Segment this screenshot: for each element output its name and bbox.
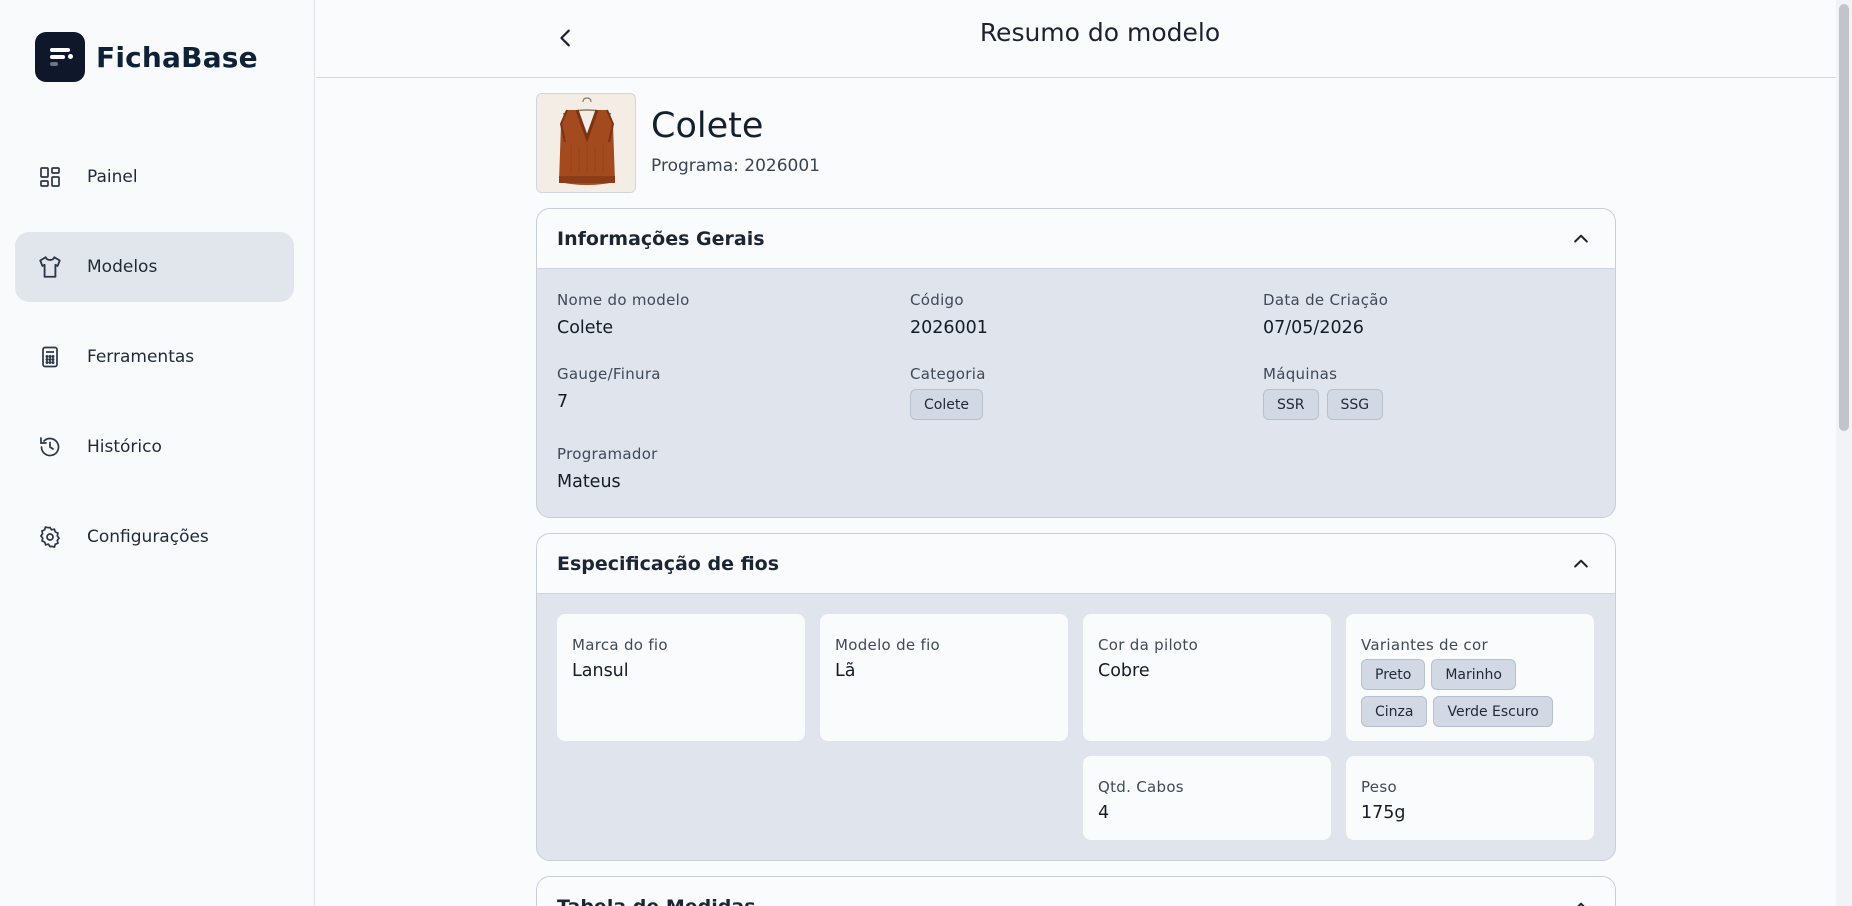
shirt-icon <box>37 254 63 280</box>
measures-title: Tabela de Medidas <box>557 896 756 906</box>
color-variants-box: Variantes de cor Preto Marinho Cinza Ver… <box>1346 614 1594 741</box>
weight-box: Peso 175g <box>1346 756 1594 840</box>
sidebar-item-label: Modelos <box>87 257 158 277</box>
field-value: Lã <box>835 661 856 681</box>
model-thumbnail <box>536 93 636 193</box>
field-label: Gauge/Finura <box>557 365 661 383</box>
brand[interactable]: FichaBase <box>35 32 258 82</box>
sidebar-nav: Painel Modelos Ferramentas Histórico Con… <box>15 142 294 592</box>
field-label: Cor da piloto <box>1098 636 1199 654</box>
sidebar: FichaBase Painel Modelos Ferramentas His… <box>0 0 315 906</box>
field-label: Marca do fio <box>572 636 668 654</box>
cable-count-box: Qtd. Cabos 4 <box>1083 756 1331 840</box>
vest-image <box>537 94 635 192</box>
field-label: Qtd. Cabos <box>1098 778 1184 796</box>
yarn-spec-title: Especificação de fios <box>557 552 780 575</box>
field-value: 2026001 <box>910 318 988 338</box>
field-value: 07/05/2026 <box>1263 318 1364 338</box>
field-label: Variantes de cor <box>1361 636 1488 654</box>
sidebar-item-configuracoes[interactable]: Configurações <box>15 502 294 572</box>
field-label: Código <box>910 291 964 309</box>
color-variant-chip: Marinho <box>1431 659 1516 690</box>
field-value: 175g <box>1361 803 1406 823</box>
field-value: 4 <box>1098 803 1110 823</box>
brand-name: FichaBase <box>96 40 258 74</box>
sidebar-item-label: Configurações <box>87 527 209 547</box>
sidebar-item-painel[interactable]: Painel <box>15 142 294 212</box>
field-creation-date: Data de Criação 07/05/2026 <box>1263 291 1388 338</box>
yarn-spec-card: Especificação de fios Marca do fio Lansu… <box>536 533 1616 861</box>
field-label: Modelo de fio <box>835 636 941 654</box>
field-programmer: Programador Mateus <box>557 445 658 492</box>
sidebar-item-label: Histórico <box>87 437 162 457</box>
field-label: Máquinas <box>1263 365 1338 383</box>
field-value: 7 <box>557 392 569 412</box>
sidebar-item-historico[interactable]: Histórico <box>15 412 294 482</box>
field-value: Colete <box>557 318 614 338</box>
field-category: Categoria Colete <box>910 365 991 420</box>
color-variant-chip: Preto <box>1361 659 1426 690</box>
yarn-spec-body: Marca do fio Lansul Modelo de fio Lã Cor… <box>537 594 1615 860</box>
pilot-color-box: Cor da piloto Cobre <box>1083 614 1331 741</box>
color-variant-chip: Cinza <box>1361 696 1428 727</box>
field-model-name: Nome do modelo Colete <box>557 291 690 338</box>
category-chip: Colete <box>910 389 983 420</box>
general-info-title: Informações Gerais <box>557 227 765 250</box>
field-label: Peso <box>1361 778 1397 796</box>
field-machines: Máquinas SSR SSG <box>1263 365 1391 420</box>
field-value: Mateus <box>557 472 621 492</box>
field-label: Programador <box>557 445 658 463</box>
sidebar-item-label: Ferramentas <box>87 347 195 367</box>
scrollbar[interactable] <box>1836 0 1852 906</box>
page-title: Resumo do modelo <box>979 18 1221 47</box>
chevron-up-icon <box>1577 902 1585 906</box>
model-program: Programa: 2026001 <box>651 156 820 176</box>
chevron-up-icon <box>1574 234 1588 243</box>
calculator-icon <box>37 344 63 370</box>
chevron-up-icon <box>1574 559 1588 568</box>
field-value: Cobre <box>1098 661 1150 681</box>
field-label: Nome do modelo <box>557 291 690 309</box>
yarn-model-box: Modelo de fio Lã <box>820 614 1068 741</box>
field-label: Categoria <box>910 365 986 383</box>
field-value: Lansul <box>572 661 629 681</box>
history-icon <box>37 434 63 460</box>
measures-header[interactable]: Tabela de Medidas <box>537 877 1615 906</box>
yarn-brand-box: Marca do fio Lansul <box>557 614 805 741</box>
gear-icon <box>37 524 63 550</box>
machine-chip: SSR <box>1263 389 1319 420</box>
color-variant-chip: Verde Escuro <box>1433 696 1553 727</box>
field-label: Data de Criação <box>1263 291 1389 309</box>
sidebar-item-label: Painel <box>87 167 138 187</box>
field-gauge: Gauge/Finura 7 <box>557 365 661 412</box>
general-info-card: Informações Gerais Nome do modelo Colete… <box>536 208 1616 518</box>
top-bar: Resumo do modelo <box>316 0 1852 78</box>
yarn-spec-header[interactable]: Especificação de fios <box>537 534 1615 594</box>
general-info-body: Nome do modelo Colete Código 2026001 Dat… <box>537 269 1615 517</box>
scrollbar-thumb[interactable] <box>1839 4 1849 431</box>
sidebar-item-modelos[interactable]: Modelos <box>15 232 294 302</box>
measures-card: Tabela de Medidas <box>536 876 1616 906</box>
sidebar-item-ferramentas[interactable]: Ferramentas <box>15 322 294 392</box>
model-name: Colete <box>651 106 764 146</box>
dashboard-icon <box>37 164 63 190</box>
general-info-header[interactable]: Informações Gerais <box>537 209 1615 269</box>
machine-chip: SSG <box>1326 389 1384 420</box>
brand-logo-icon <box>35 32 85 82</box>
field-code: Código 2026001 <box>910 291 988 338</box>
